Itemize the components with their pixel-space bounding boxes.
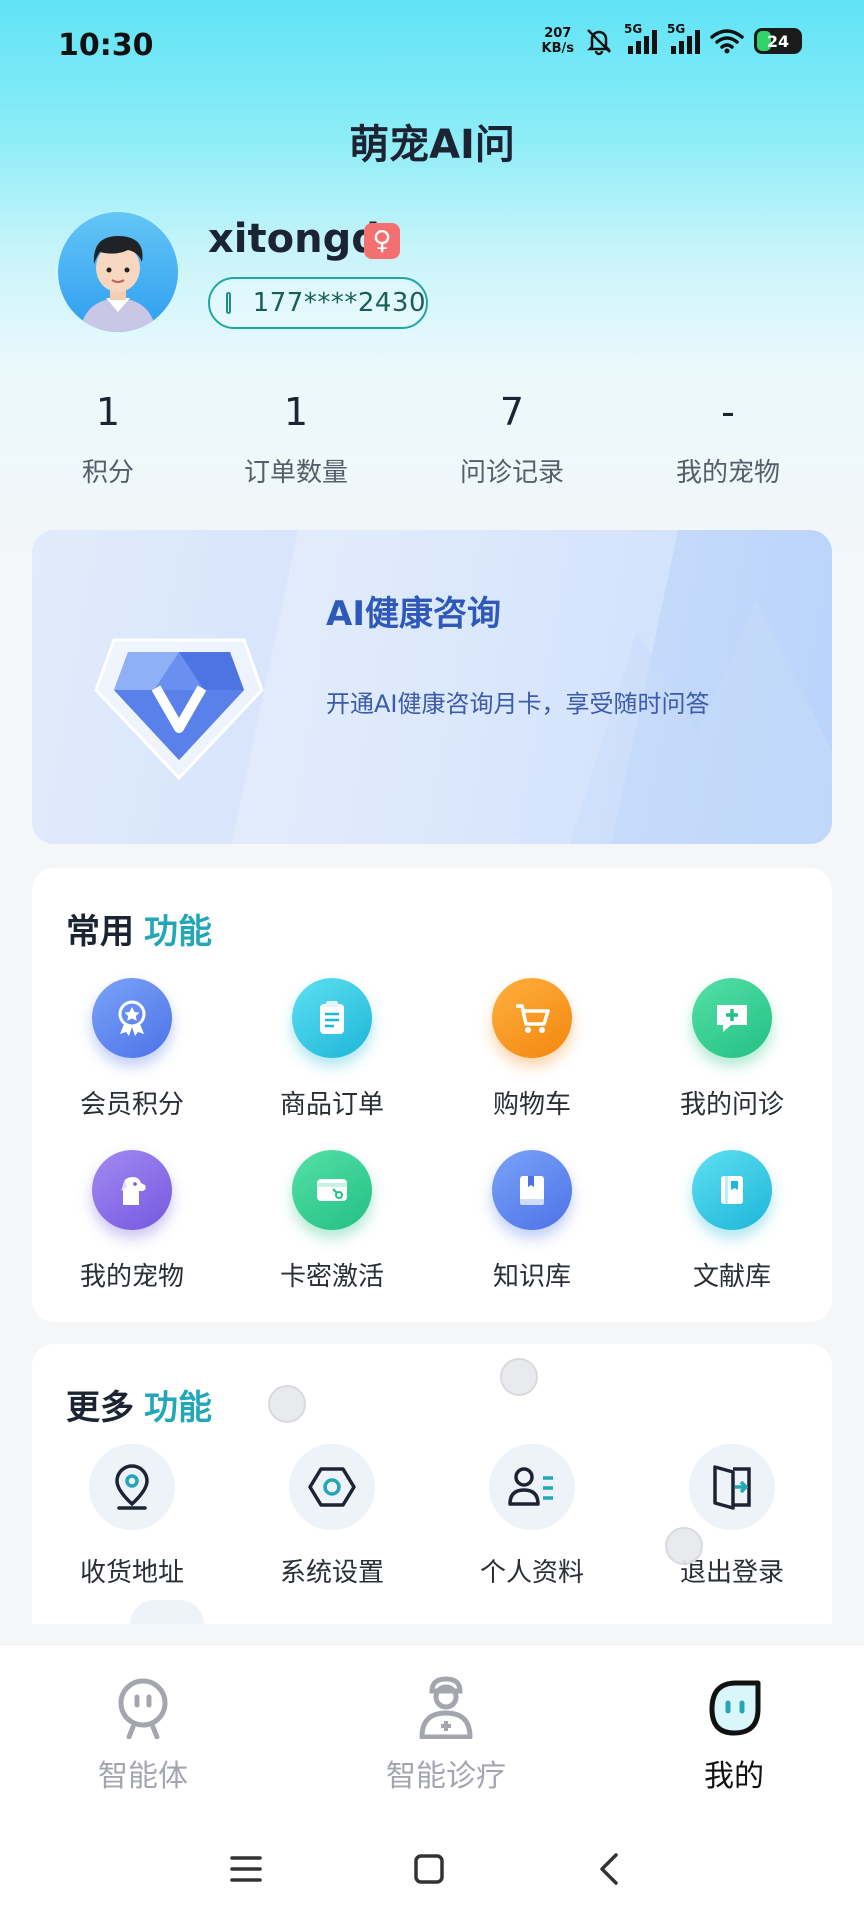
home-icon[interactable] xyxy=(413,1853,445,1885)
stat-pets[interactable]: - 我的宠物 xyxy=(638,390,818,489)
grid-item-my-consultations[interactable]: 我的问诊 xyxy=(632,978,832,1121)
more-functions-card: 更多 功能 收货地址 系统设置 个人资料 退出登录 xyxy=(32,1344,832,1624)
next-row-icon-partial xyxy=(130,1600,204,1624)
mine-icon xyxy=(709,1680,761,1736)
product-order-icon xyxy=(292,978,372,1058)
profile-icon xyxy=(489,1444,575,1530)
grid-item-cart[interactable]: 购物车 xyxy=(432,978,632,1121)
username: xitongd xyxy=(208,216,380,262)
literature-icon xyxy=(692,1150,772,1230)
touch-indicator xyxy=(268,1385,306,1423)
user-avatar-icon xyxy=(80,236,156,332)
touch-indicator xyxy=(665,1527,703,1565)
card-activate-icon xyxy=(292,1150,372,1230)
phone-pill: 177****2430 xyxy=(208,277,428,329)
grid-item-my-pets[interactable]: 我的宠物 xyxy=(32,1150,232,1293)
battery-icon: 24 xyxy=(754,28,802,54)
section-title-common: 常用 功能 xyxy=(66,912,212,952)
knowledge-base-icon xyxy=(492,1150,572,1230)
stat-orders[interactable]: 1 订单数量 xyxy=(206,390,386,489)
grid-item-literature[interactable]: 文献库 xyxy=(632,1150,832,1293)
signal-1-icon: 5G xyxy=(624,22,657,54)
grid-item-shipping-address[interactable]: 收货地址 xyxy=(32,1444,232,1589)
phone-icon xyxy=(226,292,231,314)
banner-subtitle: 开通AI健康咨询月卡，享受随时问答 xyxy=(326,690,710,718)
nav-item-agent[interactable]: 智能体 xyxy=(33,1675,253,1795)
cart-icon xyxy=(492,978,572,1058)
status-bar: 10:30 207 KB/s 5G 5G 24 xyxy=(0,0,864,92)
grid-item-member-points[interactable]: 会员积分 xyxy=(32,978,232,1121)
menu-icon[interactable] xyxy=(230,1854,262,1884)
back-icon[interactable] xyxy=(596,1852,622,1886)
banner-title: AI健康咨询 xyxy=(326,594,501,634)
status-time: 10:30 xyxy=(58,28,154,63)
system-navigation-bar xyxy=(0,1850,864,1890)
nav-item-smart-diagnosis[interactable]: 智能诊疗 xyxy=(336,1675,556,1795)
wifi-icon xyxy=(710,29,744,54)
female-gender-icon: ♀ xyxy=(364,223,400,259)
grid-item-personal-profile[interactable]: 个人资料 xyxy=(432,1444,632,1589)
section-title-more: 更多 功能 xyxy=(66,1388,212,1428)
agent-icon xyxy=(118,1678,168,1740)
grid-item-knowledge-base[interactable]: 知识库 xyxy=(432,1150,632,1293)
grid-item-product-orders[interactable]: 商品订单 xyxy=(232,978,432,1121)
doctor-icon xyxy=(419,1676,473,1740)
settings-icon xyxy=(289,1444,375,1530)
signal-2-icon: 5G xyxy=(667,22,700,54)
location-icon xyxy=(89,1444,175,1530)
touch-indicator xyxy=(500,1358,538,1396)
page-title: 萌宠AI问 xyxy=(349,122,515,168)
grid-item-card-activation[interactable]: 卡密激活 xyxy=(232,1150,432,1293)
consult-icon xyxy=(692,978,772,1058)
diamond-vip-icon xyxy=(94,638,264,780)
network-speed: 207 KB/s xyxy=(541,26,574,56)
mute-bell-icon xyxy=(586,29,612,56)
stat-consultations[interactable]: 7 问诊记录 xyxy=(422,390,602,489)
grid-item-logout[interactable]: 退出登录 xyxy=(632,1444,832,1589)
pet-icon xyxy=(92,1150,172,1230)
nav-item-mine[interactable]: 我的 xyxy=(624,1675,844,1795)
member-points-icon xyxy=(92,978,172,1058)
stat-points[interactable]: 1 积分 xyxy=(18,390,198,489)
status-icons: 207 KB/s 5G 5G 24 xyxy=(541,22,802,56)
phone-number: 177****2430 xyxy=(252,288,426,318)
grid-item-system-settings[interactable]: 系统设置 xyxy=(232,1444,432,1589)
common-functions-card: 常用 功能 会员积分 商品订单 购物车 我的问诊 我的宠物 卡密激活 知识库 文… xyxy=(32,868,832,1322)
logout-icon xyxy=(689,1444,775,1530)
avatar[interactable] xyxy=(58,212,178,332)
